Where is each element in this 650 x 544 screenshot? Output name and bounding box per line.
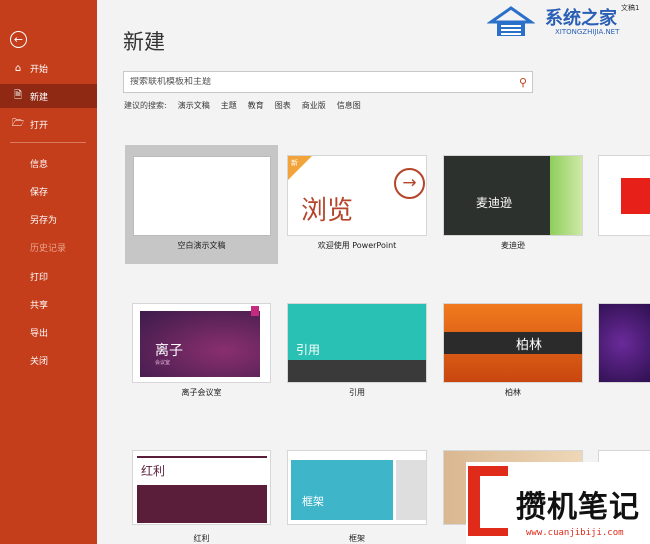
- thumb-accent: [137, 485, 267, 523]
- thumb-title: 离子: [155, 343, 183, 359]
- template-caption: 麦迪逊: [501, 241, 525, 250]
- nav-history: 历史记录: [0, 235, 97, 259]
- template-thumb-partial[interactable]: [598, 303, 650, 383]
- nav-home[interactable]: ⌂ 开始: [0, 56, 97, 80]
- nav-info-label: 信息: [30, 159, 49, 170]
- template-caption: 红利: [193, 534, 210, 543]
- nav-new[interactable]: 🗎 新建: [0, 84, 97, 108]
- new-file-icon: 🗎: [13, 89, 23, 101]
- thumb-accent: [550, 156, 582, 235]
- new-badge: 新: [291, 159, 298, 167]
- thumb-accent: [137, 456, 267, 458]
- backstage-sidebar: ← ⌂ 开始 🗎 新建 🗁 打开 信息 保存 另存为 历史记录 打印 共享 导出…: [0, 0, 97, 544]
- thumb-accent: [291, 460, 393, 520]
- nav-share-label: 共享: [30, 300, 49, 311]
- bracket-logo-icon: [468, 466, 508, 536]
- nav-save-as-label: 另存为: [30, 215, 58, 226]
- template-caption: 离子会议室: [181, 388, 222, 397]
- suggestion-link[interactable]: 商业版: [302, 100, 326, 111]
- powerpoint-backstage: ← ⌂ 开始 🗎 新建 🗁 打开 信息 保存 另存为 历史记录 打印 共享 导出…: [0, 0, 650, 544]
- thumb-title: 柏林: [516, 338, 543, 353]
- template-thumb-madison[interactable]: 麦迪逊: [443, 155, 583, 236]
- watermark-top: 系统之家 XITONGZHIJIA.NET 文稿1: [485, 0, 650, 44]
- thumb-accent: [288, 360, 426, 382]
- nav-save-as[interactable]: 另存为: [0, 207, 97, 231]
- template-caption: 空白演示文稿: [177, 241, 226, 250]
- watermark-top-url: XITONGZHIJIA.NET: [555, 28, 620, 36]
- window-title-fragment: 文稿1: [621, 4, 640, 12]
- suggestion-link[interactable]: 主题: [221, 100, 237, 111]
- thumb-title: 浏览: [301, 196, 354, 226]
- nav-save-label: 保存: [30, 187, 49, 198]
- suggestion-link[interactable]: 图表: [275, 100, 291, 111]
- search-input[interactable]: [130, 77, 510, 87]
- template-thumb-welcome[interactable]: 新 浏览 →: [287, 155, 427, 236]
- open-folder-icon: 🗁: [11, 117, 25, 129]
- template-caption: 引用: [349, 388, 365, 397]
- thumb-title: 引用: [296, 343, 321, 357]
- suggestion-link[interactable]: 信息图: [337, 100, 361, 111]
- back-arrow-icon[interactable]: ←: [10, 31, 27, 48]
- suggested-searches-label: 建议的搜索:: [124, 101, 167, 110]
- thumb-accent: [396, 460, 426, 520]
- nav-print[interactable]: 打印: [0, 264, 97, 288]
- nav-export-label: 导出: [30, 328, 49, 339]
- template-thumb-blank[interactable]: [133, 156, 271, 236]
- nav-print-label: 打印: [30, 272, 49, 283]
- thumb-subtitle: 会议室: [155, 360, 171, 366]
- template-caption: 欢迎使用 PowerPoint: [317, 241, 397, 250]
- house-logo-icon: [487, 6, 535, 36]
- nav-new-label: 新建: [30, 92, 49, 103]
- nav-save[interactable]: 保存: [0, 179, 97, 203]
- nav-open-label: 打开: [30, 120, 49, 131]
- nav-export[interactable]: 导出: [0, 320, 97, 344]
- watermark-bottom-url: www.cuanjibiji.com: [526, 528, 624, 538]
- page-title: 新建: [123, 30, 165, 54]
- template-thumb-partial[interactable]: [598, 155, 650, 236]
- nav-close[interactable]: 关闭: [0, 348, 97, 372]
- template-thumb-ion[interactable]: 离子 会议室: [132, 303, 271, 383]
- suggestion-link[interactable]: 演示文稿: [178, 100, 210, 111]
- nav-history-label: 历史记录: [30, 243, 67, 254]
- thumb-title: 红利: [141, 464, 166, 478]
- watermark-top-title: 系统之家: [545, 8, 617, 29]
- watermark-bottom: 攒机笔记 www.cuanjibiji.com: [466, 462, 650, 544]
- nav-open[interactable]: 🗁 打开: [0, 112, 97, 136]
- nav-share[interactable]: 共享: [0, 292, 97, 316]
- home-icon: ⌂: [14, 62, 22, 74]
- thumb-accent: [444, 332, 582, 354]
- template-thumb-berlin[interactable]: 柏林: [443, 303, 583, 383]
- nav-close-label: 关闭: [30, 356, 49, 367]
- nav-info[interactable]: 信息: [0, 151, 97, 175]
- template-thumb-frame[interactable]: 框架: [287, 450, 427, 525]
- arrow-right-icon: →: [394, 168, 425, 199]
- watermark-bottom-title: 攒机笔记: [516, 490, 640, 525]
- template-caption: 框架: [349, 534, 365, 543]
- thumb-title: 麦迪逊: [476, 196, 513, 210]
- template-thumb-dividend[interactable]: 红利: [132, 450, 271, 525]
- sidebar-divider: [10, 142, 86, 143]
- template-thumb-quote[interactable]: 引用: [287, 303, 427, 383]
- thumb-accent: [251, 306, 259, 316]
- thumb-accent: [621, 178, 650, 214]
- suggestion-link[interactable]: 教育: [248, 100, 264, 111]
- nav-home-label: 开始: [30, 64, 49, 75]
- search-icon[interactable]: ⚲: [519, 76, 527, 89]
- template-search-box[interactable]: ⚲: [123, 71, 533, 93]
- suggested-searches: 建议的搜索: 演示文稿 主题 教育 图表 商业版 信息图: [124, 100, 361, 111]
- template-caption: 柏林: [505, 388, 521, 397]
- thumb-title: 框架: [302, 495, 324, 508]
